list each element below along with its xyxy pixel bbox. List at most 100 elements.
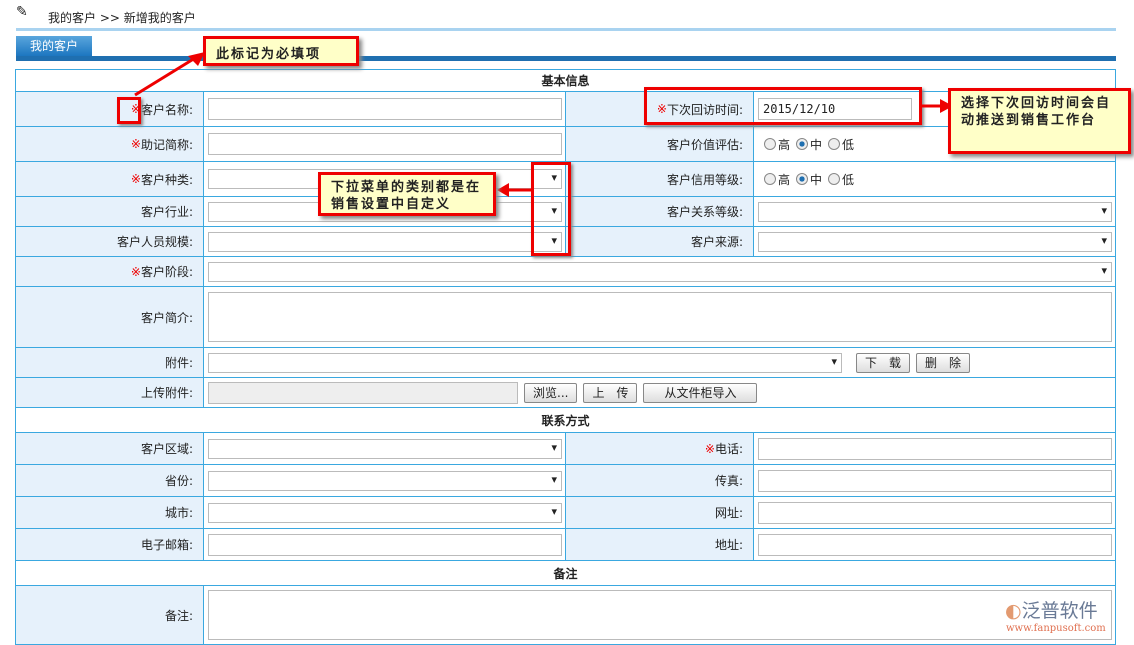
label-website: 网址: xyxy=(565,496,754,529)
name-input[interactable] xyxy=(208,98,562,120)
label-remark: 备注: xyxy=(15,585,204,645)
value-cell: 下 载删 除 xyxy=(203,347,1116,378)
upload-path-input[interactable] xyxy=(208,381,518,404)
stage-select[interactable] xyxy=(208,261,1112,282)
remark-textarea[interactable] xyxy=(208,590,1112,640)
label-region: 客户区域: xyxy=(15,432,204,465)
phone-input[interactable] xyxy=(758,437,1112,460)
value-cell xyxy=(203,91,566,127)
wand-icon: ✎ xyxy=(16,4,28,20)
value-cell xyxy=(753,432,1116,465)
watermark-logo: ◐泛普软件 xyxy=(1005,600,1098,622)
radio-low[interactable] xyxy=(828,138,841,150)
label-source: 客户来源: xyxy=(565,226,754,257)
label-credit: 客户信用等级: xyxy=(565,161,754,197)
radio-label: 中 xyxy=(810,137,823,152)
required-mark: ※ xyxy=(130,172,141,186)
watermark-brand: 泛普软件 xyxy=(1021,600,1098,622)
label-intro: 客户简介: xyxy=(15,286,204,348)
value-cell xyxy=(753,196,1116,227)
required-mark: ※ xyxy=(130,137,141,151)
region-select[interactable] xyxy=(208,438,562,459)
label-text: 助记简称: xyxy=(140,137,193,152)
watermark-url: www.fanpusoft.com xyxy=(1006,623,1106,634)
province-select[interactable] xyxy=(208,470,562,491)
radio-label: 低 xyxy=(842,137,855,152)
label-text: 客户名称: xyxy=(140,102,193,117)
value-cell xyxy=(203,126,566,162)
radio-high[interactable] xyxy=(764,138,776,150)
divider xyxy=(16,28,1116,31)
radio-mid[interactable] xyxy=(796,173,809,185)
label-text: 电话: xyxy=(714,442,743,456)
address-input[interactable] xyxy=(758,533,1112,556)
city-select[interactable] xyxy=(208,502,562,523)
relation-select[interactable] xyxy=(758,201,1112,222)
highlight-required xyxy=(117,97,141,124)
attachment-select[interactable] xyxy=(208,352,842,373)
label-province: 省份: xyxy=(15,464,204,497)
arrow-icon xyxy=(134,52,205,97)
value-cell xyxy=(203,256,1116,287)
label-city: 城市: xyxy=(15,496,204,529)
callout-visit: 选择下次回访时间会自动推送到销售工作台 xyxy=(948,88,1131,154)
abbr-input[interactable] xyxy=(208,133,562,155)
label-fax: 传真: xyxy=(565,464,754,497)
arrow-icon xyxy=(497,183,533,197)
label-staff: 客户人员规模: xyxy=(15,226,204,257)
value-cell xyxy=(203,528,566,561)
required-mark: ※ xyxy=(704,441,715,456)
label-text: 客户阶段: xyxy=(140,265,193,279)
value-cell: 浏览... 上 传从文件柜导入 xyxy=(203,377,1116,408)
value-cell xyxy=(203,496,566,529)
required-mark: ※ xyxy=(130,264,141,279)
value-cell xyxy=(203,432,566,465)
source-select[interactable] xyxy=(758,231,1112,252)
breadcrumb: 我的客户 >> 新增我的客户 xyxy=(48,9,196,26)
download-button[interactable]: 下 载 xyxy=(856,352,911,373)
label-attachment: 附件: xyxy=(15,347,204,378)
radio-label: 低 xyxy=(842,172,855,187)
label-address: 地址: xyxy=(565,528,754,561)
value-cell xyxy=(203,226,566,257)
value-cell xyxy=(203,464,566,497)
browse-button[interactable]: 浏览... xyxy=(524,382,578,403)
label-industry: 客户行业: xyxy=(15,196,204,227)
delete-button[interactable]: 删 除 xyxy=(916,352,971,373)
callout-required: 此标记为必填项 xyxy=(203,36,359,66)
breadcrumb-root[interactable]: 我的客户 xyxy=(48,11,96,25)
callout-dropdown: 下拉菜单的类别都是在销售设置中自定义 xyxy=(318,172,496,216)
section-remark: 备注 xyxy=(15,560,1116,586)
label-value-eval: 客户价值评估: xyxy=(565,126,754,162)
highlight-dropdowns xyxy=(531,162,571,256)
radio-low[interactable] xyxy=(828,173,841,185)
value-cell xyxy=(203,585,1116,645)
radio-mid[interactable] xyxy=(796,138,809,150)
import-button[interactable]: 从文件柜导入 xyxy=(643,382,758,403)
label-type: ※ 客户种类: xyxy=(15,161,204,197)
breadcrumb-sep: >> xyxy=(99,11,120,25)
label-upload: 上传附件: xyxy=(15,377,204,408)
highlight-next-visit xyxy=(644,87,922,125)
value-cell xyxy=(753,226,1116,257)
staff-select[interactable] xyxy=(208,231,562,252)
label-stage: ※ 客户阶段: xyxy=(15,256,204,287)
label-relation: 客户关系等级: xyxy=(565,196,754,227)
value-cell xyxy=(203,286,1116,348)
radio-label: 高 xyxy=(778,137,791,152)
radio-high[interactable] xyxy=(764,173,776,185)
credit-radios: 高中低 xyxy=(753,161,1116,197)
label-phone: ※ 电话: xyxy=(565,432,754,465)
tab-my-customers[interactable]: 我的客户 xyxy=(16,36,92,56)
upload-button[interactable]: 上 传 xyxy=(583,382,638,403)
fax-input[interactable] xyxy=(758,469,1112,492)
radio-label: 中 xyxy=(810,172,823,187)
value-cell xyxy=(753,496,1116,529)
label-email: 电子邮箱: xyxy=(15,528,204,561)
radio-label: 高 xyxy=(778,172,791,187)
website-input[interactable] xyxy=(758,501,1112,524)
section-contact: 联系方式 xyxy=(15,407,1116,433)
email-input[interactable] xyxy=(208,533,562,556)
intro-textarea[interactable] xyxy=(208,292,1112,342)
label-text: 客户种类: xyxy=(140,172,193,187)
